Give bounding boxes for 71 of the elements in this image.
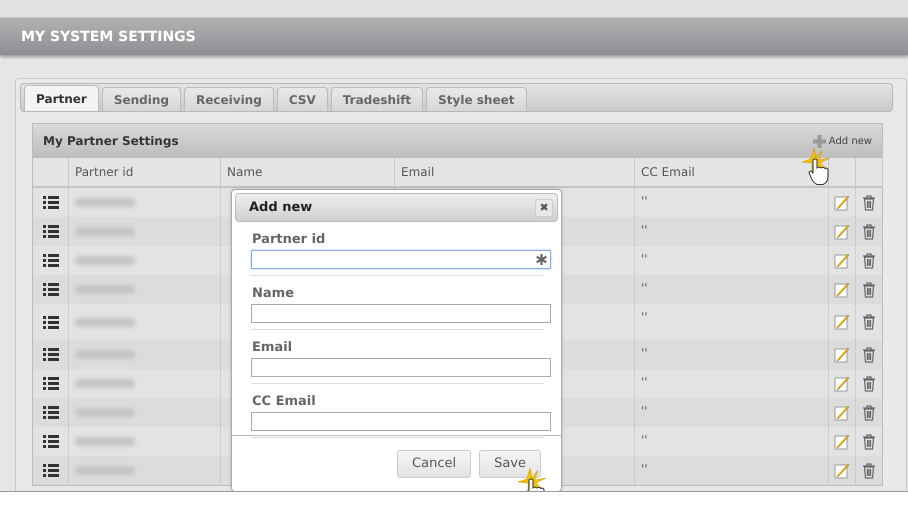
blurred-id: [75, 437, 135, 446]
tab[interactable]: Style sheet: [426, 87, 526, 111]
page-title: MY SYSTEM SETTINGS: [21, 28, 196, 44]
table-cell: '': [641, 405, 648, 417]
table-cell: '': [641, 376, 648, 388]
table-cell: '': [641, 434, 648, 446]
trash-icon[interactable]: [862, 314, 876, 330]
trash-icon[interactable]: [862, 194, 876, 210]
list-icon[interactable]: [42, 348, 58, 361]
edit-icon[interactable]: [834, 224, 850, 240]
tab[interactable]: Sending: [102, 87, 181, 111]
list-icon[interactable]: [42, 406, 58, 419]
list-icon[interactable]: [42, 283, 58, 296]
list-icon[interactable]: [42, 316, 58, 328]
blurred-id: [75, 318, 135, 326]
blurred-id: [75, 198, 135, 207]
add-new-link[interactable]: Add new: [812, 134, 872, 148]
dialog-title: Add new: [249, 200, 312, 215]
column-header[interactable]: Partner id: [75, 165, 134, 179]
trash-icon[interactable]: [862, 376, 876, 392]
trash-icon[interactable]: [862, 346, 876, 362]
table-cell: '': [641, 282, 648, 294]
tab[interactable]: Receiving: [184, 87, 274, 111]
edit-icon[interactable]: [834, 252, 850, 268]
edit-icon[interactable]: [834, 282, 850, 298]
table-cell: '': [641, 463, 648, 475]
field-label: Partner id: [251, 232, 326, 247]
table-cell: '': [641, 253, 648, 265]
tab[interactable]: Tradeshift: [330, 87, 424, 111]
table-cell: '': [641, 224, 648, 236]
field-label: CC Email: [251, 394, 317, 409]
trash-icon[interactable]: [862, 404, 876, 420]
tab[interactable]: CSV: [276, 87, 328, 111]
edit-icon[interactable]: [834, 404, 850, 420]
list-icon[interactable]: [42, 254, 58, 267]
trash-icon[interactable]: [862, 282, 876, 298]
column-header[interactable]: Email: [401, 165, 434, 179]
table-cell: '': [641, 311, 648, 323]
blurred-id: [75, 256, 135, 265]
close-button[interactable]: ✖: [535, 198, 553, 216]
table-cell: '': [641, 347, 648, 359]
list-icon[interactable]: [42, 435, 58, 448]
input-field[interactable]: [251, 412, 551, 431]
edit-icon[interactable]: [834, 434, 850, 450]
edit-icon[interactable]: [834, 376, 850, 392]
trash-icon[interactable]: [862, 462, 876, 478]
plus-icon: [812, 134, 826, 148]
field-label: Name: [251, 286, 296, 301]
field-label: Email: [251, 340, 294, 355]
cancel-button[interactable]: Cancel: [397, 450, 472, 478]
list-icon[interactable]: [42, 464, 58, 477]
column-header[interactable]: Name: [227, 165, 262, 179]
edit-icon[interactable]: [834, 462, 850, 478]
tab[interactable]: Partner: [24, 85, 99, 111]
table-cell: '': [641, 195, 648, 207]
column-header[interactable]: CC Email: [641, 165, 695, 179]
save-button[interactable]: Save: [479, 450, 541, 478]
input-field[interactable]: [251, 250, 551, 269]
list-icon[interactable]: [42, 377, 58, 390]
trash-icon[interactable]: [862, 224, 876, 240]
trash-icon[interactable]: [862, 252, 876, 268]
edit-icon[interactable]: [834, 346, 850, 362]
list-icon[interactable]: [42, 225, 58, 238]
list-icon[interactable]: [42, 196, 58, 209]
trash-icon[interactable]: [862, 434, 876, 450]
grid-title: My Partner Settings: [43, 134, 179, 148]
edit-icon[interactable]: [834, 194, 850, 210]
edit-icon[interactable]: [834, 314, 850, 330]
input-field[interactable]: [251, 358, 551, 377]
blurred-id: [75, 379, 135, 388]
input-field[interactable]: [251, 304, 551, 323]
